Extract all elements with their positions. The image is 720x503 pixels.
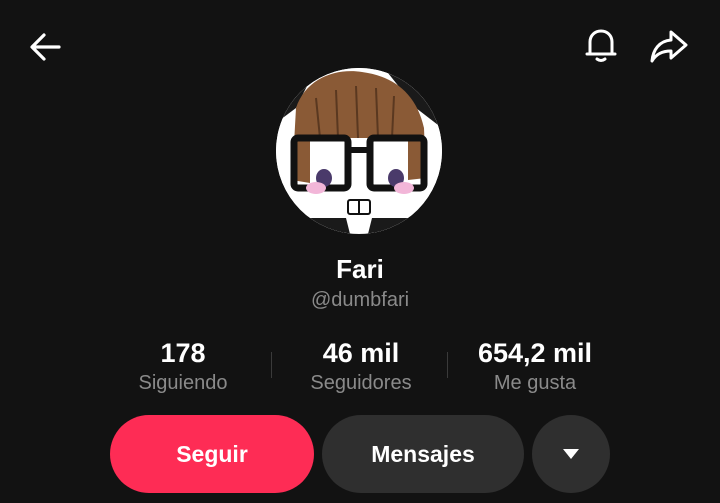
stat-value: 654,2 mil [477,338,593,368]
avatar[interactable] [276,68,442,234]
stat-followers[interactable]: 46 mil Seguidores [276,338,446,396]
stat-likes[interactable]: 654,2 mil Me gusta [450,338,620,396]
stat-value: 178 [160,338,206,368]
stat-label: Seguidores [310,372,412,394]
profile-handle: @dumbfari [310,289,410,311]
stat-value: 46 mil [322,338,400,368]
follow-button[interactable]: Seguir [110,415,314,493]
avatar-illustration [276,68,442,234]
back-button[interactable] [22,24,68,70]
stat-divider [447,352,448,378]
share-button[interactable] [646,22,692,68]
profile-name: Fari [336,254,384,284]
stat-label: Siguiendo [138,372,228,394]
stat-divider [271,352,272,378]
stat-label: Me gusta [493,372,577,394]
notifications-button[interactable] [578,22,624,68]
arrow-left-icon [30,33,61,61]
message-button[interactable]: Mensajes [322,415,524,493]
bell-icon [585,29,617,62]
stat-following[interactable]: 178 Siguiendo [98,338,268,396]
more-options-button[interactable] [532,415,610,493]
caret-down-icon [563,449,579,459]
share-arrow-icon [650,30,688,63]
